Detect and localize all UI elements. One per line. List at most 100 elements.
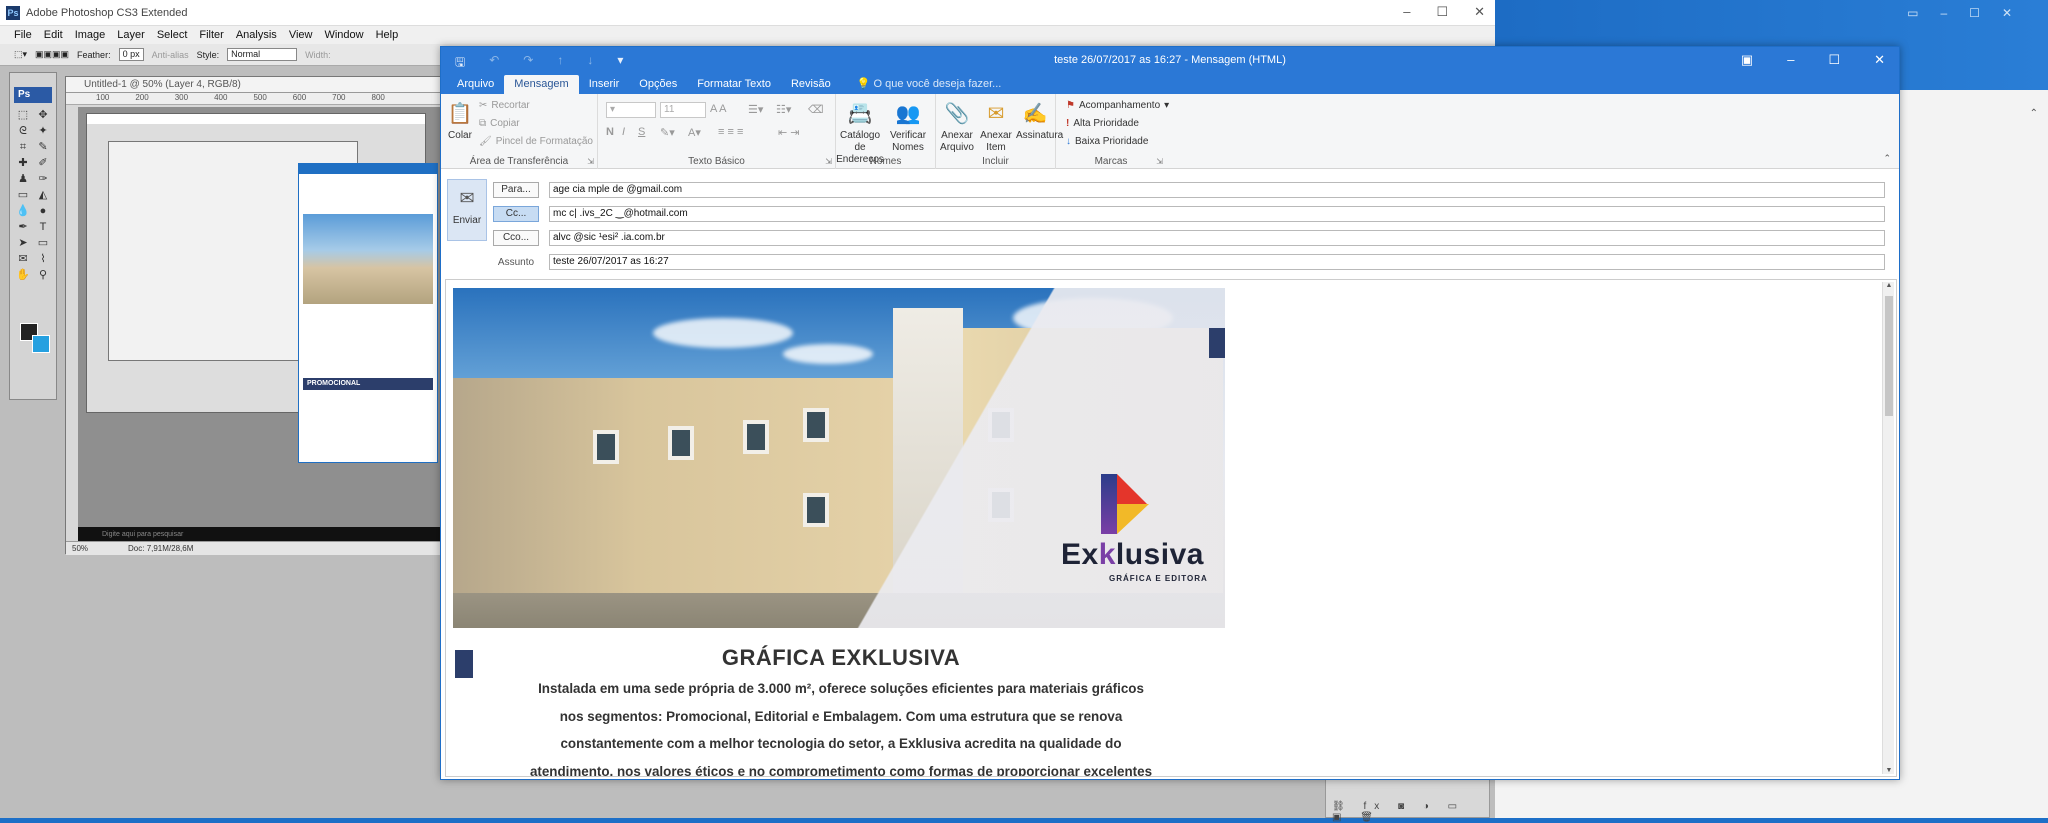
font-name-select[interactable]: ▾: [606, 102, 656, 118]
feather-input[interactable]: 0 px: [118, 48, 144, 61]
chevron-up-icon[interactable]: ⌃: [2030, 108, 2038, 119]
subject-field[interactable]: teste 26/07/2017 as 16:27: [549, 254, 1885, 270]
align-icons[interactable]: ≡ ≡ ≡: [718, 126, 743, 138]
ribbon-display-icon[interactable]: ▣: [1741, 52, 1753, 68]
type-icon[interactable]: T: [35, 221, 51, 233]
navy-corner-block: [1209, 328, 1225, 358]
dialog-launcher-icon[interactable]: ⇲: [825, 157, 832, 166]
signature-button[interactable]: ✍ Assinatura: [1016, 100, 1063, 142]
tell-me-box[interactable]: 💡 O que você deseja fazer...: [841, 77, 1012, 94]
antialias-checkbox[interactable]: Anti-alias: [152, 50, 189, 60]
document-canvas[interactable]: PROMOCIONAL: [78, 107, 444, 527]
menu-filter[interactable]: Filter: [199, 29, 223, 41]
body-scrollbar[interactable]: ▲ ▼: [1882, 282, 1894, 774]
crop-icon[interactable]: ⌗: [15, 141, 31, 153]
menu-view[interactable]: View: [289, 29, 313, 41]
maximize-icon[interactable]: ☐: [1436, 4, 1448, 20]
menu-window[interactable]: Window: [324, 29, 363, 41]
menu-file[interactable]: File: [14, 29, 32, 41]
slice-icon[interactable]: ✎: [35, 141, 51, 153]
photoshop-title: Adobe Photoshop CS3 Extended: [26, 6, 188, 19]
to-button[interactable]: Para...: [493, 182, 539, 198]
copy-button[interactable]: ⧉ Copiar: [479, 118, 520, 129]
format-painter-button[interactable]: 🖌 Pincel de Formatação: [479, 136, 593, 147]
attach-item-button[interactable]: ✉ Anexar Item: [978, 100, 1014, 154]
font-color-icon[interactable]: A▾: [688, 126, 701, 139]
dialog-launcher-icon[interactable]: ⇲: [1156, 157, 1163, 166]
high-priority-button[interactable]: ! Alta Prioridade: [1066, 118, 1139, 129]
highlight-icon[interactable]: ✎▾: [660, 126, 675, 139]
menu-analysis[interactable]: Analysis: [236, 29, 277, 41]
minimize-icon[interactable]: –: [1787, 52, 1794, 68]
tab-formatar-texto[interactable]: Formatar Texto: [687, 78, 781, 94]
tab-arquivo[interactable]: Arquivo: [447, 78, 504, 94]
zoom-icon[interactable]: ⚲: [35, 269, 51, 281]
menu-image[interactable]: Image: [75, 29, 106, 41]
style-select[interactable]: Normal: [227, 48, 298, 61]
dodge-icon[interactable]: ●: [35, 205, 51, 217]
layer-panel-icons[interactable]: ⛓ fx ◙ ◑ ▭ ▣ 🗑: [1332, 801, 1489, 823]
menu-help[interactable]: Help: [376, 29, 399, 41]
to-field[interactable]: age cia mple de @gmail.com: [549, 182, 1885, 198]
healing-icon[interactable]: ✚: [15, 157, 31, 169]
blur-icon[interactable]: 💧: [15, 205, 31, 217]
lasso-icon[interactable]: ᘓ: [15, 125, 31, 137]
paste-label: Colar: [448, 130, 472, 141]
shape-icon[interactable]: ▭: [35, 237, 51, 249]
move-icon[interactable]: ✥: [35, 109, 51, 121]
bcc-field[interactable]: alvc @sic ¹esi² .ia.com.br: [549, 230, 1885, 246]
scroll-thumb[interactable]: [1885, 296, 1893, 416]
follow-up-button[interactable]: ⚑ Acompanhamento ▾: [1066, 100, 1169, 111]
zoom-level[interactable]: 50%: [72, 542, 88, 555]
close-icon[interactable]: ✕: [1474, 4, 1485, 20]
bullets-icon[interactable]: ☰▾: [748, 103, 763, 116]
scroll-up-icon[interactable]: ▲: [1883, 282, 1895, 289]
marquee-icon[interactable]: ⬚: [15, 109, 31, 121]
clear-formatting-icon[interactable]: ⌫: [808, 103, 824, 116]
bold-icon[interactable]: N: [606, 126, 614, 138]
menu-select[interactable]: Select: [157, 29, 188, 41]
selection-mode-icons[interactable]: ▣▣▣▣: [35, 49, 69, 60]
send-button[interactable]: ✉ Enviar: [447, 179, 487, 241]
italic-icon[interactable]: I: [622, 126, 625, 138]
attach-file-button[interactable]: 📎 Anexar Arquivo: [938, 100, 976, 154]
close-icon[interactable]: ✕: [1874, 52, 1885, 68]
indent-icons[interactable]: ⇤ ⇥: [778, 126, 800, 139]
menu-layer[interactable]: Layer: [117, 29, 145, 41]
brush-icon[interactable]: ✐: [35, 157, 51, 169]
check-names-button[interactable]: 👥 Verificar Nomes: [886, 100, 930, 154]
dialog-launcher-icon[interactable]: ⇲: [587, 157, 594, 166]
cc-field[interactable]: mc c| .ivs_2C ‿@hotmail.com: [549, 206, 1885, 222]
tab-revisao[interactable]: Revisão: [781, 78, 841, 94]
grow-font-icon[interactable]: A A: [710, 103, 727, 115]
marquee-tool-icon[interactable]: ⬚▾: [14, 49, 27, 60]
tab-mensagem[interactable]: Mensagem: [504, 75, 579, 94]
maximize-icon[interactable]: ☐: [1828, 52, 1840, 68]
collapse-ribbon-icon[interactable]: ⌃: [1883, 153, 1891, 164]
message-body[interactable]: Exklusiva GRÁFICA E EDITORA GRÁFICA EXKL…: [445, 279, 1897, 777]
tab-inserir[interactable]: Inserir: [579, 78, 630, 94]
eyedropper-icon[interactable]: ⌇: [35, 253, 51, 265]
hand-icon[interactable]: ✋: [15, 269, 31, 281]
magic-wand-icon[interactable]: ✦: [35, 125, 51, 137]
cc-button[interactable]: Cc...: [493, 206, 539, 222]
tab-opcoes[interactable]: Opções: [629, 78, 687, 94]
scroll-down-icon[interactable]: ▼: [1883, 767, 1895, 774]
numbering-icon[interactable]: ☷▾: [776, 103, 791, 116]
eraser-icon[interactable]: ▭: [15, 189, 31, 201]
bcc-button[interactable]: Cco...: [493, 230, 539, 246]
font-size-select[interactable]: 11: [660, 102, 706, 118]
paste-button[interactable]: 📋 Colar: [445, 100, 475, 142]
stamp-icon[interactable]: ♟: [15, 173, 31, 185]
underline-icon[interactable]: S: [638, 126, 645, 138]
low-priority-button[interactable]: ↓ Baixa Prioridade: [1066, 136, 1148, 147]
bucket-icon[interactable]: ◭: [35, 189, 51, 201]
path-select-icon[interactable]: ➤: [15, 237, 31, 249]
pen-icon[interactable]: ✒: [15, 221, 31, 233]
cut-button[interactable]: ✂ Recortar: [479, 100, 530, 111]
menu-edit[interactable]: Edit: [44, 29, 63, 41]
history-brush-icon[interactable]: ✑: [35, 173, 51, 185]
notes-icon[interactable]: ✉: [15, 253, 31, 265]
minimize-icon[interactable]: –: [1403, 4, 1410, 20]
background-color-swatch[interactable]: [32, 335, 50, 353]
